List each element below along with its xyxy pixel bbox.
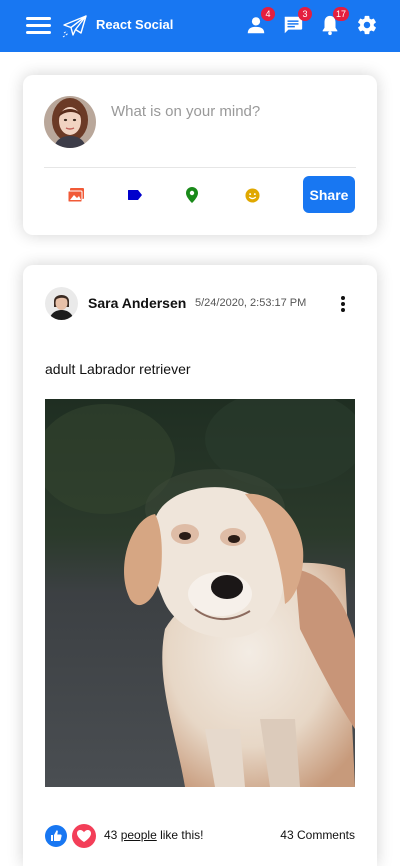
notifications-badge: 17 xyxy=(332,7,349,21)
app-title[interactable]: React Social xyxy=(96,17,173,32)
post-image[interactable] xyxy=(45,399,355,787)
share-button[interactable]: Share xyxy=(303,176,355,213)
current-user-avatar[interactable] xyxy=(44,96,96,148)
tag-icon xyxy=(128,190,142,200)
likes-count: 43 xyxy=(104,828,118,842)
like-reaction-icon[interactable] xyxy=(45,825,67,847)
hamburger-menu-icon[interactable] xyxy=(26,15,51,37)
add-photo-button[interactable] xyxy=(64,183,88,207)
more-options-icon[interactable] xyxy=(339,295,347,313)
post-card: Sara Andersen 5/24/2020, 2:53:17 PM adul… xyxy=(23,265,377,866)
messages-badge: 3 xyxy=(298,7,312,21)
status-input[interactable] xyxy=(111,101,351,121)
composer-divider xyxy=(44,167,356,168)
settings-button[interactable] xyxy=(356,14,378,36)
friend-requests-button[interactable]: 4 xyxy=(245,7,275,36)
likes-suffix: like this! xyxy=(160,828,204,842)
gear-icon xyxy=(358,15,376,35)
people-link[interactable]: people xyxy=(121,828,157,842)
add-feeling-button[interactable] xyxy=(240,183,264,207)
tag-people-button[interactable] xyxy=(123,183,147,207)
add-location-button[interactable] xyxy=(180,183,204,207)
friend-requests-badge: 4 xyxy=(261,7,275,21)
post-timestamp: 5/24/2020, 2:53:17 PM xyxy=(195,297,307,309)
post-text: adult Labrador retriever xyxy=(45,361,191,377)
location-pin-icon xyxy=(186,187,198,203)
likes-summary: 43 people like this! xyxy=(104,828,203,842)
post-author-name[interactable]: Sara Andersen xyxy=(88,295,186,311)
author-avatar[interactable] xyxy=(45,287,78,320)
photo-icon xyxy=(67,188,84,203)
paper-plane-icon[interactable] xyxy=(62,13,88,39)
love-reaction-icon[interactable] xyxy=(72,824,96,848)
emoji-icon xyxy=(244,187,260,203)
top-app-bar: React Social 4 3 17 xyxy=(0,0,400,52)
messages-button[interactable]: 3 xyxy=(282,7,312,36)
notifications-button[interactable]: 17 xyxy=(319,7,349,36)
post-composer: Share xyxy=(23,75,377,235)
comments-count[interactable]: 43 Comments xyxy=(280,828,355,842)
